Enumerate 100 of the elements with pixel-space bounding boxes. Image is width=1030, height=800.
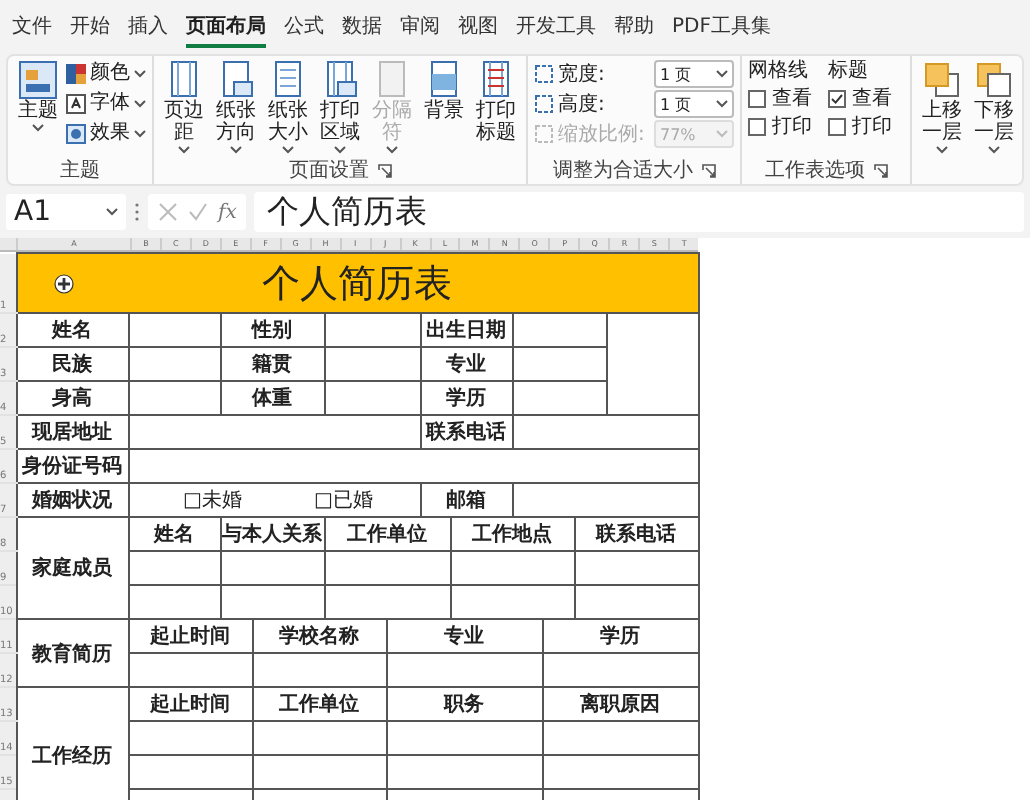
caret-icon <box>716 130 728 138</box>
insert-function-button[interactable]: fx <box>218 201 237 223</box>
checkbox-label[interactable]: 查看 <box>772 86 812 112</box>
table-cell: 工作单位 <box>252 687 386 721</box>
table-cell: 体重 <box>220 381 324 415</box>
caret-icon <box>134 130 146 138</box>
page-setup-button[interactable]: 打印标题 <box>472 60 520 144</box>
caret-icon <box>32 124 44 132</box>
page-setup-button[interactable]: 打印区域 <box>316 60 364 154</box>
table-cell: 姓名 <box>16 313 128 347</box>
page-setup-button[interactable]: 纸张大小 <box>264 60 312 154</box>
ribbon-tab[interactable]: 视图 <box>458 10 498 48</box>
dialog-launcher-icon[interactable] <box>377 164 391 178</box>
ribbon-tab[interactable]: 开发工具 <box>516 10 596 48</box>
scale-dropdown[interactable]: 1 页 <box>654 90 734 118</box>
caret-icon <box>386 146 398 154</box>
table-cell: 籍贯 <box>220 347 324 381</box>
theme-option-button[interactable]: 颜色 <box>66 60 146 88</box>
table-cell: 身份证号码 <box>16 449 128 483</box>
ribbon-tab[interactable]: 公式 <box>284 10 324 48</box>
table-cell: 学历 <box>420 381 512 415</box>
checkbox-option: □已婚 <box>314 486 373 514</box>
title-cell: 个人简历表 <box>16 253 698 313</box>
checkbox[interactable] <box>828 118 846 136</box>
layers-icon <box>974 60 1014 100</box>
drag-handle-icon[interactable] <box>134 202 140 222</box>
cursor-icon <box>53 274 73 294</box>
table-cell: 专业 <box>386 619 542 653</box>
ribbon-tab[interactable]: 审阅 <box>400 10 440 48</box>
page-setup-button[interactable]: 背景 <box>420 60 468 122</box>
name-box[interactable]: A1 <box>6 194 126 230</box>
theme-icon <box>18 60 58 100</box>
group-label: 页面设置 <box>289 160 369 182</box>
table-cell: 工作单位 <box>324 517 450 551</box>
effects-icon <box>66 124 86 144</box>
table-cell: 身高 <box>16 381 128 415</box>
checkbox[interactable] <box>748 90 766 108</box>
ribbon-tab[interactable]: 页面布局 <box>186 10 266 48</box>
field-label: 宽度: <box>558 61 607 88</box>
page-setup-button[interactable]: 纸张方向 <box>212 60 260 154</box>
caret-icon <box>936 146 948 154</box>
group-label: 调整为合适大小 <box>553 160 693 182</box>
table-cell: 联系电话 <box>574 517 698 551</box>
table-cell: 起止时间 <box>128 619 252 653</box>
dialog-launcher-icon[interactable] <box>701 164 715 178</box>
arrange-button[interactable]: 下移一层 <box>970 60 1018 154</box>
field-label: 缩放比例: <box>558 121 647 148</box>
dialog-launcher-icon[interactable] <box>873 164 887 178</box>
layers-icon <box>922 60 962 100</box>
page-setup-button[interactable]: 页边距 <box>160 60 208 154</box>
table-cell: 离职原因 <box>542 687 698 721</box>
caret-icon <box>716 100 728 108</box>
caret-icon <box>106 208 118 216</box>
scale-dropdown[interactable]: 1 页 <box>654 60 734 88</box>
ribbon-tab[interactable]: 数据 <box>342 10 382 48</box>
checkbox-label[interactable]: 查看 <box>852 86 892 112</box>
ribbon-tab[interactable]: 帮助 <box>614 10 654 48</box>
caret-icon <box>178 146 190 154</box>
theme-option-button[interactable]: 效果 <box>66 120 146 148</box>
table-cell: 姓名 <box>128 517 220 551</box>
formula-input[interactable]: 个人简历表 <box>254 192 1024 232</box>
option-heading: 标题 <box>828 60 870 84</box>
caret-icon <box>230 146 242 154</box>
table-cell: 学历 <box>542 619 698 653</box>
theme-option-button[interactable]: 字体 <box>66 90 146 118</box>
table-cell: 学校名称 <box>252 619 386 653</box>
ribbon-tab[interactable]: 开始 <box>70 10 110 48</box>
table-cell: 邮箱 <box>420 483 512 517</box>
caret-icon <box>334 146 346 154</box>
caret-icon <box>988 146 1000 154</box>
group-label: 主题 <box>60 160 100 182</box>
ribbon-tab[interactable]: 文件 <box>12 10 52 48</box>
table-cell: 婚姻状况 <box>16 483 128 517</box>
color-swatch-icon <box>66 64 86 84</box>
table-cell: 与本人关系 <box>220 517 324 551</box>
option-heading: 网格线 <box>748 60 810 84</box>
caret-icon <box>282 146 294 154</box>
caret-icon <box>716 70 728 78</box>
checkbox-option: □未婚 <box>183 486 242 514</box>
table-cell: 民族 <box>16 347 128 381</box>
caret-icon <box>134 70 146 78</box>
table-cell: 性别 <box>220 313 324 347</box>
ribbon-tab[interactable]: 插入 <box>128 10 168 48</box>
table-cell: 职务 <box>386 687 542 721</box>
table-cell: 专业 <box>420 347 512 381</box>
theme-button[interactable]: 主题 <box>14 60 62 132</box>
checkbox-label[interactable]: 打印 <box>852 114 892 140</box>
checkbox[interactable] <box>828 90 846 108</box>
checkbox-label[interactable]: 打印 <box>772 114 812 140</box>
font-icon <box>66 94 86 114</box>
arrange-button[interactable]: 上移一层 <box>918 60 966 154</box>
table-cell: 工作地点 <box>450 517 574 551</box>
table-cell: 现居地址 <box>16 415 128 449</box>
table-cell: 联系电话 <box>420 415 512 449</box>
caret-icon <box>134 100 146 108</box>
field-label: 高度: <box>558 91 607 118</box>
group-label: 工作表选项 <box>765 160 865 182</box>
table-cell: 起止时间 <box>128 687 252 721</box>
ribbon-tab[interactable]: PDF工具集 <box>672 10 771 48</box>
checkbox[interactable] <box>748 118 766 136</box>
